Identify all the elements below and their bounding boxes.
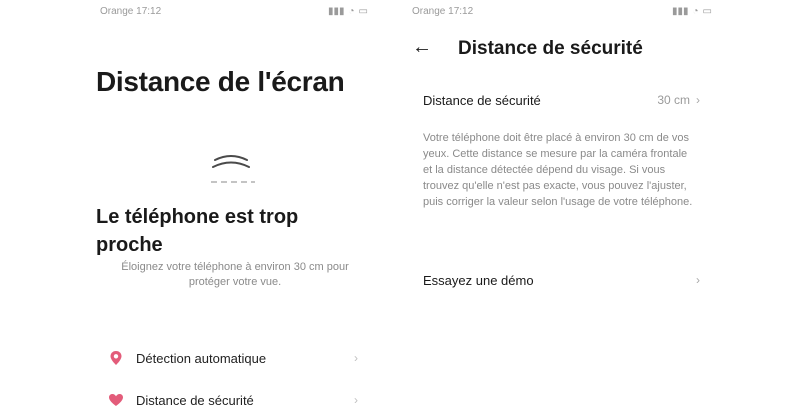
status-carrier-time: Orange 17:12 [100,5,162,17]
demo-label: Essayez une démo [423,272,534,288]
page-title: Distance de sécurité [458,38,643,59]
setting-value: 30 cm [657,93,690,107]
screen-distance-securite [400,0,800,420]
chevron-right-icon: › [354,351,358,365]
battery-icon: ▭ [702,5,712,17]
signal-icon: ▮▮▮ [671,5,689,17]
distance-illustration-icon [211,155,255,183]
warning-heading: Le téléphone est trop proche [96,206,299,256]
status-bar: Orange 17:12 ▮▮▮ ◔ ▭ [100,0,368,22]
heart-icon [108,392,124,408]
menu-item-detection-automatique[interactable]: Détection automatique › [108,344,358,372]
menu-item-label: Détection automatique [136,350,267,366]
status-carrier-time: Orange 17:12 [412,5,474,17]
menu-item-distance-securite[interactable]: Distance de sécurité › [108,386,358,414]
status-icons: ▮▮▮ ◔ ▭ [672,0,712,22]
setting-label: Distance de sécurité [423,92,541,108]
wifi-icon: ◔ [348,5,355,17]
chevron-right-icon: › [354,393,358,407]
battery-icon: ▭ [358,5,368,17]
demo-row[interactable]: Essayez une démo › [423,268,700,292]
status-bar: Orange 17:12 ▮▮▮ ◔ ▭ [412,0,712,22]
wifi-icon: ◔ [692,5,699,17]
signal-icon: ▮▮▮ [327,5,345,17]
warning-subtext: Éloignez votre téléphone à environ 30 cm… [121,261,349,288]
chevron-right-icon: › [696,273,700,287]
status-icons: ▮▮▮ ◔ ▭ [328,0,368,22]
menu-item-label: Distance de sécurité [136,392,254,408]
screen-distance-ecran: Orange 17:12 ▮▮▮ ◔ ▭ Distance de l'écran… [0,0,390,420]
chevron-right-icon: › [696,93,700,107]
back-arrow-icon[interactable]: ← [412,36,434,58]
page-title: Distance de l'écran [96,66,345,97]
app-canvas: Orange 17:12 ▮▮▮ ◔ ▭ Distance de l'écran… [0,0,800,420]
setting-row-distance[interactable]: Distance de sécurité 30 cm › [423,88,700,112]
description-text: Votre téléphone doit être placé à enviro… [423,132,693,208]
location-pin-icon [108,350,124,366]
